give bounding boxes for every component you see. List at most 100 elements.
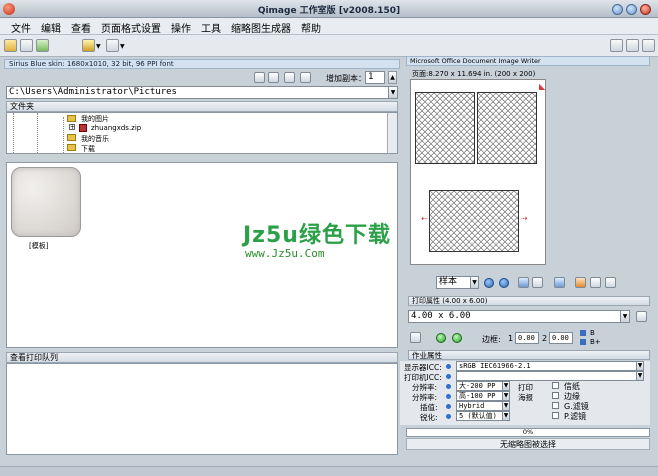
display-icc-dot: [446, 364, 451, 369]
page-preview: ⇠ ⇢ ◣: [410, 79, 546, 265]
copies-label: 增加副本：: [326, 74, 366, 83]
tools-icon[interactable]: [636, 311, 647, 322]
wizard-dropdown-icon[interactable]: ▼: [96, 43, 101, 50]
page-icon[interactable]: [590, 277, 601, 288]
printer-tab[interactable]: Microsoft Office Document Image Writer: [406, 56, 650, 66]
skin-info: Sirius Blue skin: 1680x1010, 32 bit, 96 …: [4, 59, 400, 69]
rotate-left-icon[interactable]: [436, 333, 446, 343]
print-size-select[interactable]: 4.00 x 6.00: [408, 310, 630, 323]
template-thumbnail[interactable]: [11, 167, 81, 237]
resolution-dot: [446, 384, 451, 389]
zoom-out-icon[interactable]: [484, 278, 494, 288]
zoom-dropdown-icon[interactable]: ▼: [470, 276, 479, 289]
job-props-header: 作业属性: [408, 350, 650, 360]
status-text: 无缩略图被选择: [406, 438, 650, 450]
page-size-label: 页面:8.270 x 11.694 in. (200 x 200): [412, 70, 536, 78]
open-folder-icon[interactable]: [4, 39, 17, 52]
g-filter-checkbox[interactable]: [552, 402, 559, 409]
new-page-icon[interactable]: [106, 39, 119, 52]
scissors-icon[interactable]: [410, 332, 421, 343]
sharpen-dot: [446, 414, 451, 419]
copies-spin-icon[interactable]: ▲: [388, 71, 397, 84]
printer-icc-dropdown-icon[interactable]: ▼: [636, 371, 644, 381]
border-b-input[interactable]: 0.00: [549, 332, 573, 344]
folder-icon: [67, 115, 76, 122]
resolution2-select[interactable]: 高-100 PP: [456, 391, 504, 401]
prev-page-icon[interactable]: [610, 39, 623, 52]
printer-icc-select[interactable]: [456, 371, 640, 381]
window-title: Qimage 工作室版 [v2008.150]: [257, 6, 401, 16]
folders-header: 文件夹: [6, 101, 398, 112]
zoom-select[interactable]: 样本: [436, 276, 472, 289]
interpolation-dropdown-icon[interactable]: ▼: [502, 401, 510, 411]
remove-icon[interactable]: [300, 72, 311, 83]
path-dropdown-icon[interactable]: ▼: [388, 86, 398, 99]
lock-icon[interactable]: [575, 277, 586, 288]
maximize-icon[interactable]: [626, 4, 637, 15]
toolbar: ▼ ▼: [0, 35, 658, 57]
b-radio[interactable]: [580, 330, 586, 336]
minimize-icon[interactable]: [612, 4, 623, 15]
folder-tree: 我的图片 + zhuangxds.zip 我的音乐 下载: [6, 112, 398, 154]
wizard-icon[interactable]: [82, 39, 95, 52]
print-icon[interactable]: [36, 39, 49, 52]
rotate-right-icon[interactable]: [452, 333, 462, 343]
save-icon[interactable]: [20, 39, 33, 52]
preview-image-3[interactable]: [429, 190, 519, 252]
resolution-select[interactable]: 大-200 PP: [456, 381, 504, 391]
close-icon[interactable]: [640, 4, 651, 15]
tree-item[interactable]: 我的图片: [81, 114, 109, 124]
marker-icon: ◣: [539, 82, 546, 91]
display-icc-dropdown-icon[interactable]: ▼: [636, 361, 644, 371]
preview-image-1[interactable]: [415, 92, 475, 164]
tree-scrollbar[interactable]: [387, 113, 397, 153]
zoom-in-icon[interactable]: [499, 278, 509, 288]
print-queue-list: [6, 363, 398, 455]
bplus-radio[interactable]: [580, 339, 586, 345]
add-icon[interactable]: [284, 72, 295, 83]
sharpen-label: 锐化:: [420, 413, 438, 422]
single-page-icon[interactable]: [518, 277, 529, 288]
border-b-number: 2: [542, 334, 548, 343]
resolution2-dropdown-icon[interactable]: ▼: [502, 391, 510, 401]
resolution2-side-label: 海报: [518, 393, 533, 402]
page-dropdown-icon[interactable]: ▼: [120, 43, 125, 50]
print-size-dropdown-icon[interactable]: ▼: [620, 310, 630, 323]
tree-item[interactable]: 我的音乐: [81, 134, 109, 144]
right-arrow-icon: ⇢: [521, 214, 528, 223]
next-page-icon[interactable]: [642, 39, 655, 52]
sharpen-dropdown-icon[interactable]: ▼: [502, 411, 510, 421]
progress-label: 0%: [522, 428, 534, 436]
edge-checkbox[interactable]: [552, 392, 559, 399]
menu-bar: 文件 编辑 查看 页面格式设置 操作 工具 缩略图生成器 帮助: [0, 18, 658, 35]
preview-image-2[interactable]: [477, 92, 537, 164]
path-input[interactable]: C:\Users\Administrator\Pictures: [6, 86, 390, 99]
sharpen-select[interactable]: 5 (默认值): [456, 411, 504, 421]
two-page-icon[interactable]: [532, 277, 543, 288]
sort-a-icon[interactable]: [254, 72, 265, 83]
folders-header-label: 文件夹: [10, 102, 34, 111]
page-copy-icon[interactable]: [605, 277, 616, 288]
resolution-dropdown-icon[interactable]: ▼: [502, 381, 510, 391]
border-a-input[interactable]: 0.00: [515, 332, 539, 344]
progress-bar: 0%: [406, 428, 650, 437]
border-a-number: 1: [508, 334, 514, 343]
bottom-frame: [0, 466, 658, 476]
bplus-label: B+: [590, 338, 601, 346]
interpolation-select[interactable]: Hybrid: [456, 401, 504, 411]
grid-icon[interactable]: [554, 277, 565, 288]
tree-item[interactable]: zhuangxds.zip: [91, 124, 141, 132]
copies-input[interactable]: 1: [365, 71, 385, 84]
p-filter-checkbox[interactable]: [552, 412, 559, 419]
resolution2-dot: [446, 394, 451, 399]
expand-icon[interactable]: +: [69, 124, 75, 131]
swap-icon[interactable]: [626, 39, 639, 52]
interpolation-dot: [446, 404, 451, 409]
letterhead-checkbox[interactable]: [552, 382, 559, 389]
queue-header-label: 查看打印队列: [10, 353, 58, 362]
sort-b-icon[interactable]: [268, 72, 279, 83]
b-label: B: [590, 329, 595, 337]
tree-item[interactable]: 下载: [81, 144, 95, 154]
display-icc-select[interactable]: sRGB IEC61966-2.1: [456, 361, 640, 371]
folder-icon: [67, 134, 76, 141]
